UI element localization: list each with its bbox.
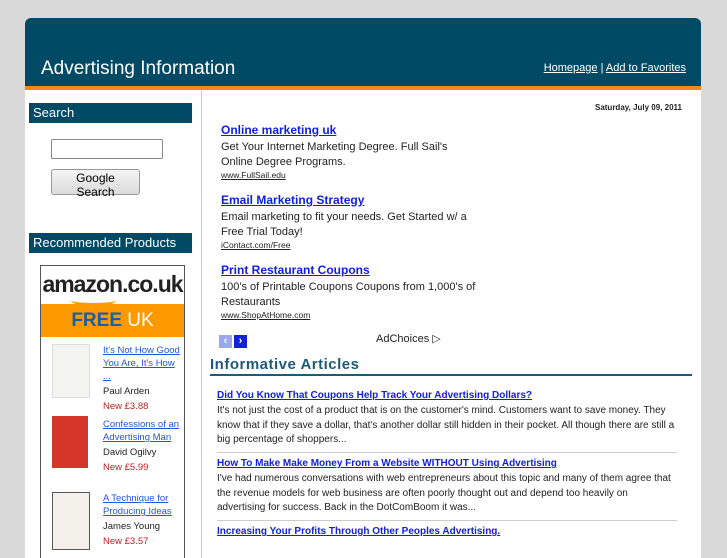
book-author: James Young [103, 521, 161, 532]
divider [217, 520, 677, 521]
article-item: Did You Know That Coupons Help Track You… [217, 390, 677, 448]
ad-url-link[interactable]: www.ShopAtHome.com [221, 310, 481, 320]
ad-url-link[interactable]: iContact.com/Free [221, 240, 481, 250]
articles-heading: Informative Articles [210, 356, 692, 376]
book-price: New £3.57 [103, 536, 149, 547]
ad-description: Email marketing to fit your needs. Get S… [221, 211, 467, 238]
ad-url-link[interactable]: www.FullSail.edu [221, 170, 481, 180]
recommended-heading: Recommended Products [29, 233, 192, 253]
top-links: Homepage | Add to Favorites [544, 62, 686, 74]
homepage-link[interactable]: Homepage [544, 62, 598, 74]
article-title-link[interactable]: How To Make Make Money From a Website WI… [217, 458, 677, 469]
free-delivery-banner[interactable]: FREE UK Delivery [41, 304, 184, 364]
book-price: New £5.99 [103, 462, 149, 473]
date: Saturday, July 09, 2011 [594, 103, 682, 112]
site-header: Advertising Information Homepage | Add t… [25, 18, 701, 90]
book-item: It's Not How Good You Are, It's How ... … [103, 344, 183, 413]
ad-description: Get Your Internet Marketing Degree. Full… [221, 141, 448, 168]
article-excerpt: I've had numerous conversations with web… [217, 473, 671, 513]
site-title: Advertising Information [41, 58, 236, 79]
ad-title-link[interactable]: Online marketing uk [221, 123, 481, 137]
google-search-button[interactable]: Google Search [51, 169, 140, 199]
book-title-link[interactable]: Confessions of an Advertising Man [103, 418, 183, 444]
book-item: Confessions of an Advertising Man David … [103, 418, 183, 474]
ad-unit: Print Restaurant Coupons 100's of Printa… [221, 263, 481, 320]
adchoices-link[interactable]: AdChoices ▷ [376, 332, 441, 345]
article-item: How To Make Make Money From a Website WI… [217, 458, 677, 516]
ad-navigation: ‹ › [219, 331, 249, 349]
page: Advertising Information Homepage | Add t… [25, 18, 701, 558]
adchoices-icon: ▷ [432, 333, 441, 345]
chevron-left-icon[interactable]: ‹ [219, 335, 232, 348]
article-item: Increasing Your Profits Through Other Pe… [217, 526, 677, 537]
divider [217, 452, 677, 453]
ad-title-link[interactable]: Print Restaurant Coupons [221, 263, 481, 277]
book-price: New £3.88 [103, 401, 149, 412]
article-title-link[interactable]: Did You Know That Coupons Help Track You… [217, 390, 677, 401]
book-cover[interactable] [52, 344, 90, 398]
ad-unit: Online marketing uk Get Your Internet Ma… [221, 123, 481, 180]
book-author: Paul Arden [103, 386, 150, 397]
link-separator: | [600, 62, 604, 74]
amazon-widget[interactable]: amazon.co.uk FREE UK Delivery It's Not H… [40, 265, 185, 558]
book-item: A Technique for Producing Ideas James Yo… [103, 492, 183, 548]
book-cover[interactable] [52, 492, 90, 550]
search-heading: Search [29, 103, 192, 123]
search-input[interactable] [51, 139, 163, 159]
book-author: David Ogilvy [103, 447, 157, 458]
ad-title-link[interactable]: Email Marketing Strategy [221, 193, 481, 207]
book-title-link[interactable]: A Technique for Producing Ideas [103, 492, 183, 518]
book-cover[interactable] [52, 416, 88, 468]
sidebar: Search Google Search Recommended Product… [25, 90, 202, 558]
chevron-right-icon[interactable]: › [234, 335, 247, 348]
article-title-link[interactable]: Increasing Your Profits Through Other Pe… [217, 526, 677, 537]
article-excerpt: It's not just the cost of a product that… [217, 405, 675, 445]
ad-description: 100's of Printable Coupons Coupons from … [221, 281, 476, 308]
amazon-logo[interactable]: amazon.co.uk [41, 266, 184, 306]
add-to-favorites-link[interactable]: Add to Favorites [606, 62, 686, 74]
ad-unit: Email Marketing Strategy Email marketing… [221, 193, 481, 250]
book-title-link[interactable]: It's Not How Good You Are, It's How ... [103, 344, 183, 383]
